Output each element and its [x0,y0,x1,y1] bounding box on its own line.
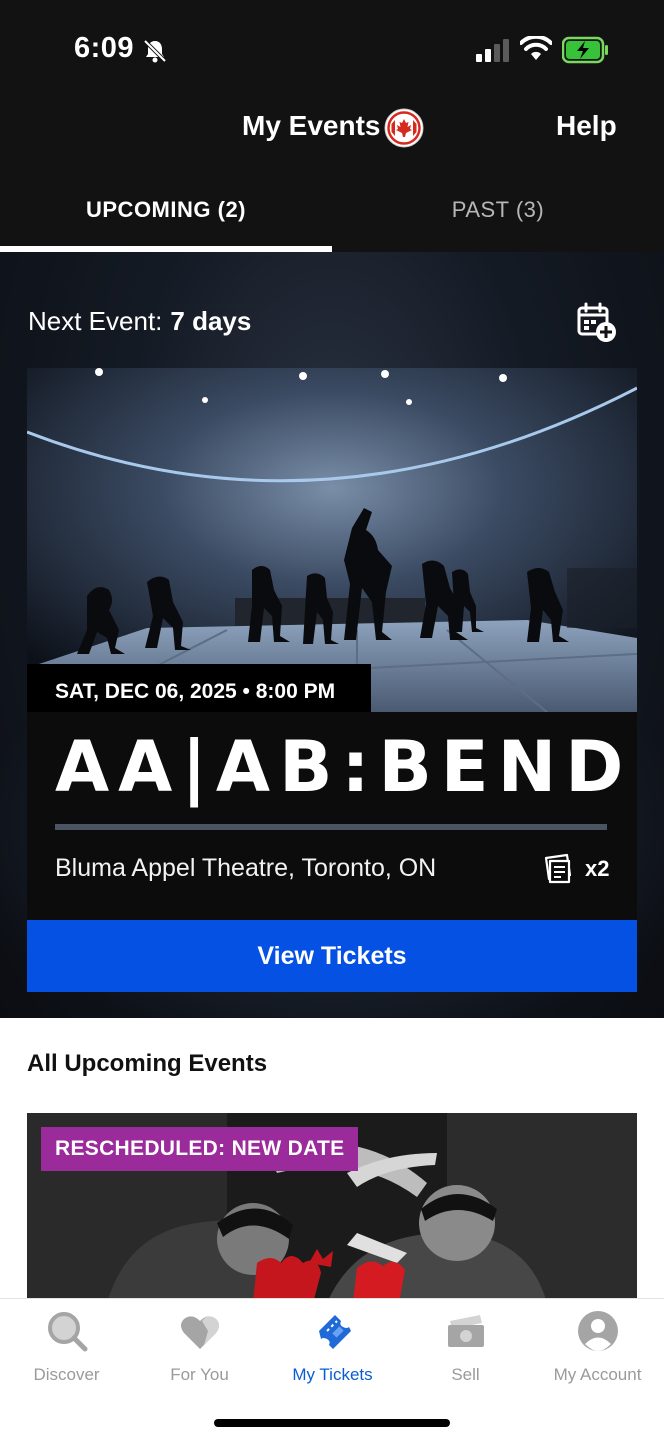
nav-my-account[interactable]: My Account [531,1309,664,1389]
heart-icon [180,1316,219,1349]
event-info: AA|AB:BEND Bluma Appel Theatre, Toronto,… [27,712,637,920]
view-tickets-button[interactable]: View Tickets [27,920,637,992]
event-venue: Bluma Appel Theatre, Toronto, ON [55,854,437,882]
nav-sell[interactable]: Sell [399,1309,532,1389]
event-date: SAT, DEC 06, 2025 • 8:00 PM [27,664,371,712]
help-link[interactable]: Help [556,110,617,142]
battery-charging-icon [562,36,608,64]
next-event-countdown: Next Event: 7 days [28,306,251,337]
tab-past-label: PAST (3) [451,197,545,222]
tab-past[interactable]: PAST (3) [332,192,664,256]
rescheduled-badge: RESCHEDULED: NEW DATE [41,1127,359,1171]
section-title: All Upcoming Events [27,1050,268,1077]
nav-my-account-label: My Account [553,1365,642,1384]
nav-sell-label: Sell [451,1365,480,1384]
nav-for-you[interactable]: For You [133,1309,266,1389]
search-icon [47,1312,87,1352]
next-event-value: 7 days [170,306,252,336]
event-divider [55,824,607,830]
ticket-count: x2 [585,856,610,881]
event-title: AA|AB:BEND [55,726,633,808]
nav-my-tickets-label: My Tickets [292,1365,373,1384]
app-header: My Events Help UPCOMING (2) PAST (3) [0,96,664,256]
next-event-hero: Next Event: 7 days SAT, DEC 06, 2025 • 8… [0,252,664,1018]
status-time: 6:09 [74,32,135,64]
all-upcoming-events: All Upcoming Events RESCHEDULED: NEW DAT… [0,1018,664,1303]
nav-discover[interactable]: Discover [0,1309,133,1389]
tab-upcoming-label: UPCOMING (2) [86,197,246,222]
canada-flag-icon[interactable] [384,108,424,148]
nav-my-tickets[interactable]: My Tickets [266,1309,399,1389]
nav-for-you-label: For You [170,1365,229,1384]
next-event-label: Next Event: [28,306,163,336]
home-indicator [214,1419,450,1427]
bottom-tab-bar: Discover For You My Tickets Sell My Acco… [0,1298,664,1440]
page-title: My Events [242,110,381,141]
bell-slash-icon [143,39,167,63]
signal-icon [476,39,509,62]
account-icon [577,1311,618,1351]
wifi-icon [520,36,552,60]
status-bar: 6:09 [0,0,664,96]
nav-discover-label: Discover [33,1365,100,1384]
tickets-icon [544,853,572,884]
event-image [27,368,637,712]
cash-icon [447,1315,484,1347]
featured-event-card[interactable]: SAT, DEC 06, 2025 • 8:00 PM AA|AB:BEND B… [27,368,637,992]
upcoming-event-card[interactable]: RESCHEDULED: NEW DATE [27,1113,637,1303]
calendar-add-icon[interactable] [576,302,618,344]
ticket-icon [318,1315,351,1349]
